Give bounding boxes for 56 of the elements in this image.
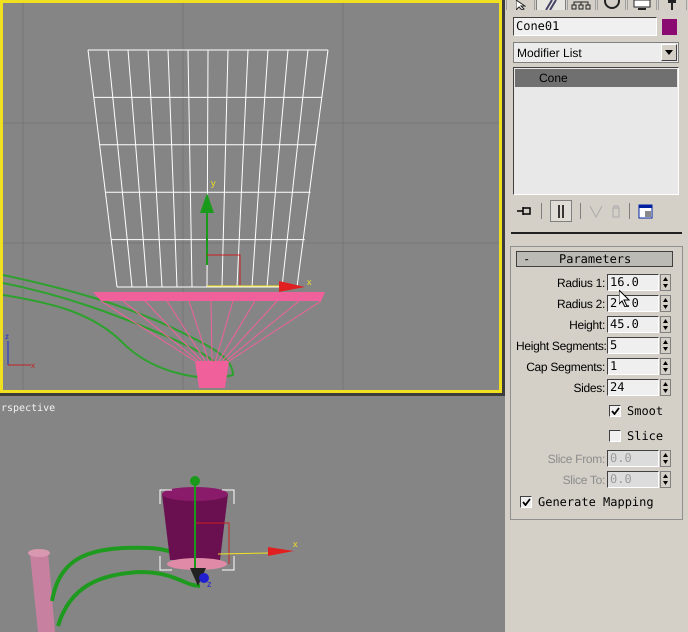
axis-label: x: [293, 539, 298, 549]
viewport-label: rspective: [1, 403, 56, 414]
show-end-result-icon: [557, 204, 565, 218]
checkbox[interactable]: [609, 404, 621, 416]
checkbox-label: Generate Mapping: [538, 494, 654, 511]
spinner-arrows-icon[interactable]: [660, 358, 671, 375]
axis-label: x: [31, 361, 35, 370]
bent-tube-icon: [544, 0, 557, 10]
checkbox-label: Smoot: [627, 402, 664, 420]
configure-icon[interactable]: [638, 204, 653, 218]
rollout-header[interactable]: - Parameters: [516, 251, 673, 267]
dropdown-value: Modifier List: [516, 44, 583, 62]
command-tab[interactable]: [627, 0, 657, 10]
field-label: Slice To:: [562, 472, 606, 488]
arrow-icon: [516, 0, 526, 10]
spinner-arrows-icon[interactable]: [660, 471, 671, 488]
spinner-arrows-icon[interactable]: [660, 337, 671, 354]
rollout-title: Parameters: [558, 251, 632, 268]
spinner-arrows-icon[interactable]: [660, 295, 671, 312]
axis-tripod-icon: [8, 340, 32, 366]
spinner-field[interactable]: 1: [607, 358, 659, 375]
command-tab[interactable]: [658, 0, 687, 10]
axis-label: z: [207, 579, 212, 589]
hammer-icon: [668, 0, 676, 10]
command-tab[interactable]: [596, 0, 626, 10]
field-label: Height Segments:: [516, 338, 607, 354]
command-tab[interactable]: [506, 0, 536, 10]
field-label: Radius 1:: [556, 274, 606, 292]
spinner-field[interactable]: 45.0: [607, 316, 659, 333]
checkbox-label: Slice: [627, 428, 664, 444]
collapse-toggle[interactable]: -: [517, 250, 547, 268]
axis-label: y: [211, 178, 216, 188]
spinner-field[interactable]: 24: [607, 379, 659, 396]
pin-icon[interactable]: [517, 206, 533, 216]
spinner-arrows-icon[interactable]: [660, 450, 671, 467]
object-name-field[interactable]: Cone01: [513, 17, 657, 36]
field-label: Cap Segments:: [525, 358, 606, 376]
axis-label: z: [5, 332, 9, 341]
command-tab[interactable]: [536, 0, 566, 10]
command-tab[interactable]: [566, 0, 596, 10]
show-end-result-button[interactable]: [550, 200, 572, 222]
field-label: Height:: [568, 316, 606, 334]
field-label: Radius 2:: [556, 296, 606, 312]
field-label: Sides:: [572, 380, 606, 396]
spinner-field[interactable]: 5: [607, 337, 659, 354]
spinner-arrows-icon[interactable]: [660, 274, 671, 291]
field-label: Slice From:: [546, 450, 606, 468]
stack-item[interactable]: Cone: [515, 69, 677, 87]
spinner-arrows-icon[interactable]: [660, 316, 671, 333]
spinner-arrows-icon[interactable]: [660, 379, 671, 396]
checkbox[interactable]: [609, 430, 621, 442]
spinner-field[interactable]: 16.0: [607, 274, 659, 291]
checkbox[interactable]: [520, 496, 532, 508]
object-color-swatch[interactable]: [662, 18, 677, 34]
axis-label: x: [307, 277, 312, 287]
modifier-list-dropdown[interactable]: Modifier List: [513, 42, 679, 63]
